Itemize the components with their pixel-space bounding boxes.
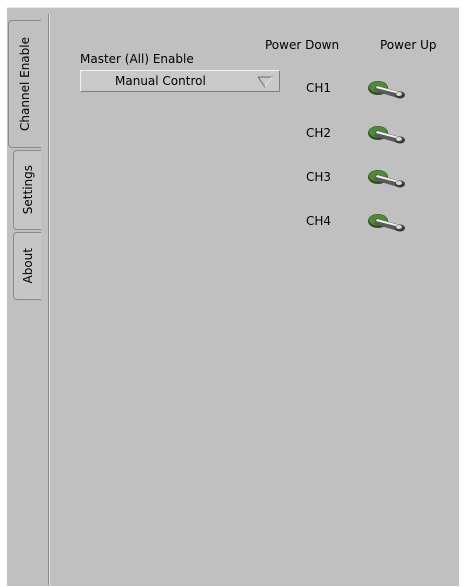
tab-channel-enable-label: Channel Enable — [18, 37, 32, 131]
power-down-header: Power Down — [265, 38, 340, 52]
tab-settings[interactable]: Settings — [13, 150, 41, 230]
tab-panel-divider-highlight — [49, 14, 50, 585]
ch4-label: CH4 — [306, 214, 332, 228]
ch3-toggle-switch[interactable] — [364, 165, 408, 191]
ch1-toggle-switch[interactable] — [364, 76, 408, 102]
power-up-header: Power Up — [380, 38, 437, 52]
ch2-label: CH2 — [306, 126, 332, 140]
ch1-label: CH1 — [306, 81, 332, 95]
master-enable-label: Master (All) Enable — [80, 52, 194, 66]
master-enable-dropdown[interactable]: Manual Control — [80, 70, 280, 92]
tab-settings-label: Settings — [20, 165, 35, 215]
tab-about-label: About — [20, 248, 35, 284]
tab-about[interactable]: About — [13, 232, 41, 300]
master-enable-value: Manual Control — [115, 74, 206, 88]
ch4-toggle-switch[interactable] — [364, 209, 408, 235]
tab-channel-enable[interactable]: Channel Enable — [8, 20, 41, 148]
ch3-label: CH3 — [306, 170, 332, 184]
ch2-toggle-switch[interactable] — [364, 121, 408, 147]
dropdown-arrow-icon — [257, 76, 273, 88]
